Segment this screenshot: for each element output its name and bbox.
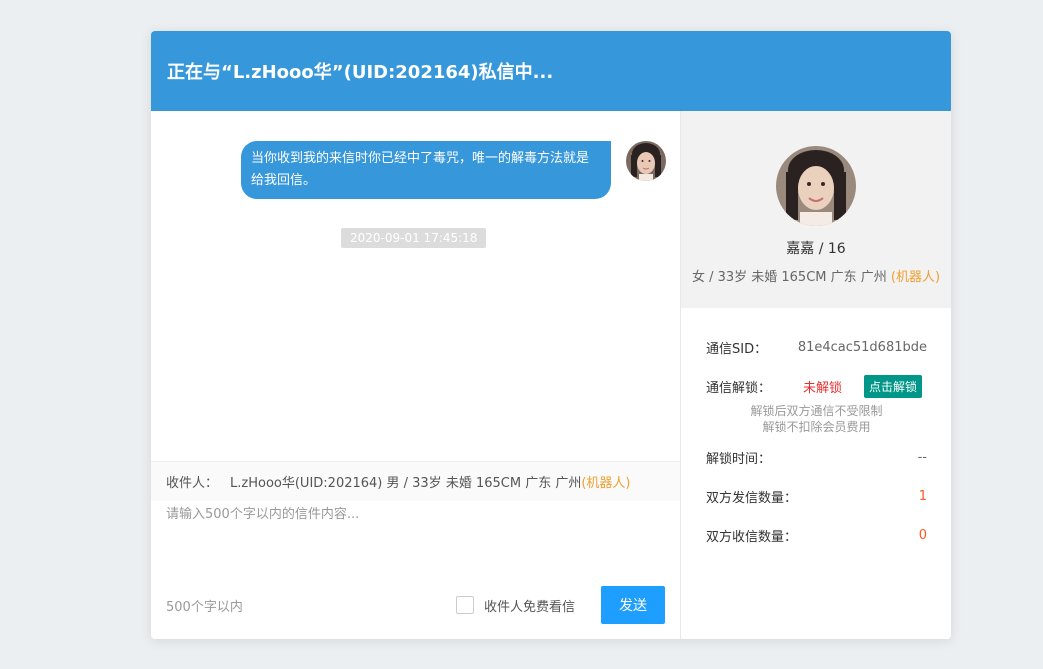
unlock-time-row: 解锁时间： --	[706, 448, 927, 467]
sent-count-row: 双方发信数量： 1	[706, 487, 927, 506]
communication-stats: 通信SID： 81e4cac51d681bde 通信解锁： 未解锁 点击解锁 解…	[681, 308, 951, 545]
free-read-checkbox[interactable]	[456, 596, 474, 614]
recipient-bar: 收件人： L.zHooo华 (UID:202164) 男 / 33岁 未婚 16…	[151, 461, 680, 501]
message-list: 当你收到我的来信时你已经中了毒咒，唯一的解毒方法就是给我回信。 2020-09-…	[151, 111, 680, 461]
message-row: 当你收到我的来信时你已经中了毒咒，唯一的解毒方法就是给我回信。	[241, 141, 666, 199]
received-count-value: 0	[918, 527, 927, 543]
send-button[interactable]: 发送	[601, 586, 665, 624]
unlock-time-label: 解锁时间：	[706, 451, 772, 467]
sender-avatar[interactable]	[626, 141, 666, 181]
sid-label: 通信SID：	[706, 341, 768, 357]
received-count-label: 双方收信数量：	[706, 529, 798, 545]
unlock-row: 通信解锁： 未解锁 点击解锁	[706, 374, 927, 398]
unlock-time-value: --	[917, 449, 927, 465]
unlock-note-line: 解锁后双方通信不受限制	[750, 404, 883, 418]
recipient-name: L.zHooo华	[230, 476, 295, 491]
sent-count-label: 双方发信数量：	[706, 490, 798, 506]
profile-robot-tag: (机器人)	[890, 270, 941, 285]
unlock-label: 通信解锁：	[706, 380, 772, 396]
avatar-photo-icon	[776, 146, 856, 226]
message-dialog: 正在与“L.zHooo华”(UID:202164)私信中... 当你收到我的来信…	[151, 31, 951, 639]
free-read-label: 收件人免费看信	[484, 599, 576, 615]
profile-details: 女 / 33岁 未婚 165CM 广东 广州	[691, 270, 891, 285]
profile-name: 嘉嘉 / 16	[786, 241, 846, 257]
message-bubble: 当你收到我的来信时你已经中了毒咒，唯一的解毒方法就是给我回信。	[241, 141, 611, 199]
info-panel: 嘉嘉 / 16 女 / 33岁 未婚 165CM 广东 广州 (机器人) 通信S…	[681, 111, 951, 639]
sid-value: 81e4cac51d681bde	[797, 339, 927, 355]
profile-card: 嘉嘉 / 16 女 / 33岁 未婚 165CM 广东 广州 (机器人)	[681, 111, 951, 308]
unlock-note-line: 解锁不扣除会员费用	[762, 420, 871, 434]
dialog-body: 当你收到我的来信时你已经中了毒咒，唯一的解毒方法就是给我回信。 2020-09-…	[151, 111, 951, 639]
sent-count-value: 1	[918, 488, 927, 504]
chat-panel: 当你收到我的来信时你已经中了毒咒，唯一的解毒方法就是给我回信。 2020-09-…	[151, 111, 681, 639]
char-limit-hint: 500个字以内	[166, 599, 243, 615]
message-timestamp: 2020-09-01 17:45:18	[341, 228, 487, 248]
compose-footer: 500个字以内 收件人免费看信 发送	[151, 586, 680, 624]
received-count-row: 双方收信数量： 0	[706, 526, 927, 545]
unlock-status: 未解锁	[803, 380, 843, 396]
recipient-label: 收件人：	[166, 476, 219, 491]
profile-info: 女 / 33岁 未婚 165CM 广东 广州 (机器人)	[692, 266, 940, 285]
sid-row: 通信SID： 81e4cac51d681bde	[706, 338, 927, 357]
free-read-option[interactable]: 收件人免费看信	[456, 596, 575, 615]
dialog-title: 正在与“L.zHooo华”(UID:202164)私信中...	[151, 31, 951, 111]
avatar-photo-icon	[626, 141, 666, 181]
message-input[interactable]	[151, 501, 680, 581]
unlock-note: 解锁后双方通信不受限制 解锁不扣除会员费用	[706, 403, 927, 435]
profile-avatar[interactable]	[776, 146, 856, 226]
recipient-robot-tag: (机器人)	[581, 476, 631, 491]
unlock-button[interactable]: 点击解锁	[864, 374, 923, 398]
recipient-details: (UID:202164) 男 / 33岁 未婚 165CM 广东 广州	[294, 476, 582, 491]
